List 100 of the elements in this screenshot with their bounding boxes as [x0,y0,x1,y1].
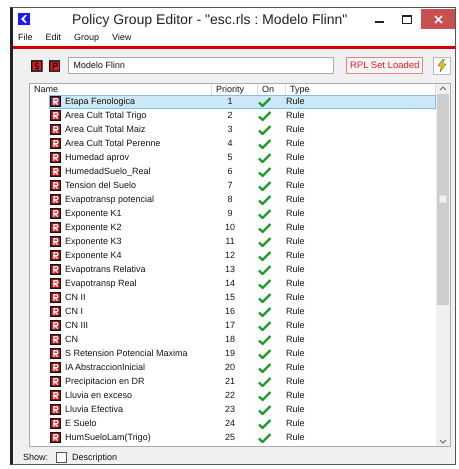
table-row[interactable]: Lluvia Efectiva 23 Rule [49,402,436,417]
table-row[interactable]: Area Cult Total Maiz 3 Rule [49,122,436,137]
close-icon [434,14,442,24]
rule-type: Rule [286,319,305,332]
table-row[interactable]: E Suelo 24 Rule [49,416,436,431]
rule-type: Rule [286,277,305,290]
priority-value: 10 [224,221,236,234]
check-icon[interactable] [258,404,271,415]
table-row[interactable]: Area Cult Total Trigo 2 Rule [49,108,436,123]
check-icon[interactable] [258,180,271,191]
rule-type: Rule [286,417,305,430]
check-icon[interactable] [258,348,271,359]
check-icon[interactable] [258,124,271,135]
menu-item[interactable]: File [18,31,33,45]
priority-value: 2 [226,109,234,122]
rule-name: Lluvia Efectiva [64,403,124,416]
rule-type: Rule [286,431,305,444]
priority-value: 5 [226,151,234,164]
table-row[interactable]: IA AbstraccionInicial 20 Rule [49,360,436,375]
table-row[interactable]: HumSueloLam(Trigo) 25 Rule [49,430,436,445]
description-checkbox[interactable]: Description [56,450,118,464]
window-title: Policy Group Editor - "esc.rls : Modelo Flinn" [72,10,348,29]
check-icon[interactable] [258,166,271,177]
vertical-scrollbar[interactable] [436,84,450,446]
rule-icon [50,376,61,388]
priority-value: 17 [224,319,236,332]
rule-name: Evapotransp potencial [64,193,156,206]
p-square-icon[interactable] [48,60,60,72]
check-icon[interactable] [258,250,271,261]
rule-type: Rule [286,151,305,164]
minimize-icon [374,21,384,24]
menu-item[interactable]: Edit [46,31,62,45]
table-row[interactable]: S Retension Potencial Maxima 19 Rule [49,346,436,361]
rule-icon [50,418,61,430]
check-icon[interactable] [258,264,271,275]
check-icon[interactable] [258,208,271,219]
table-row[interactable]: HumedadSuelo_Real 6 Rule [49,164,436,179]
maximize-icon [402,14,412,24]
check-icon[interactable] [258,152,271,163]
table-row[interactable]: Tension del Suelo 7 Rule [49,178,436,193]
rule-type: Rule [286,235,305,248]
table-row[interactable]: Precipitacion en DR 21 Rule [49,374,436,389]
check-icon[interactable] [258,432,271,443]
rule-name: Area Cult Total Trigo [64,109,148,122]
priority-value: 8 [226,193,234,206]
menu-item[interactable]: Group [74,31,100,45]
table-row[interactable]: Exponente K1 9 Rule [49,206,436,221]
priority-value: 14 [224,277,236,290]
check-icon[interactable] [258,362,271,373]
priority-value: 1 [226,95,234,108]
check-icon[interactable] [258,306,271,317]
scrollbar-thumb[interactable] [437,94,449,305]
check-icon[interactable] [258,278,271,289]
check-icon[interactable] [258,418,271,429]
check-icon[interactable] [258,376,271,387]
priority-value: 7 [226,179,234,192]
check-icon[interactable] [258,138,271,149]
rule-icon [50,236,61,248]
rule-name: HumedadSuelo_Real [64,165,152,178]
table-row[interactable]: Evapotransp potencial 8 Rule [49,192,436,207]
table-row[interactable]: Evapotrans Relativa 13 Rule [49,262,436,277]
s-square-icon[interactable] [31,60,43,72]
table-row[interactable]: CN I 16 Rule [49,304,436,319]
check-icon[interactable] [258,222,271,233]
rule-type: Rule [286,179,305,192]
table-row[interactable]: Exponente K4 12 Rule [49,248,436,263]
check-icon[interactable] [258,292,271,303]
table-row[interactable]: Lluvia en exceso 22 Rule [49,388,436,403]
check-icon[interactable] [258,236,271,247]
check-icon[interactable] [258,390,271,401]
check-icon[interactable] [258,194,271,205]
rule-type: Rule [286,375,305,388]
rule-name: Evapotransp Real [64,277,138,290]
table-row[interactable]: CN II 15 Rule [49,290,436,305]
table-row[interactable]: Etapa Fenologica 1 Rule [49,94,436,109]
rule-icon [50,138,61,150]
check-icon[interactable] [258,110,271,121]
close-button[interactable] [421,9,455,30]
rule-name: Area Cult Total Maiz [64,123,146,136]
priority-value: 12 [224,249,236,262]
lightning-button[interactable] [433,56,451,75]
rule-name: Etapa Fenologica [64,95,136,108]
table-row[interactable]: CN 18 Rule [49,332,436,347]
table-row[interactable]: Evapotransp Real 14 Rule [49,276,436,291]
priority-value: 25 [224,431,236,444]
rule-icon [50,110,61,122]
table-row[interactable]: Area Cult Total Perenne 4 Rule [49,136,436,151]
set-name-field[interactable]: Modelo Flinn [68,57,334,74]
rule-type: Rule [286,95,305,108]
check-icon[interactable] [258,96,271,107]
check-icon[interactable] [258,334,271,345]
rule-type: Rule [286,389,305,402]
table-row[interactable]: Humedad aprov 5 Rule [49,150,436,165]
check-icon[interactable] [258,320,271,331]
rule-icon [50,194,61,206]
rule-icon [50,432,61,444]
table-row[interactable]: CN III 17 Rule [49,318,436,333]
table-row[interactable]: Exponente K2 10 Rule [49,220,436,235]
menu-item[interactable]: View [112,31,132,45]
table-row[interactable]: Exponente K3 11 Rule [49,234,436,249]
